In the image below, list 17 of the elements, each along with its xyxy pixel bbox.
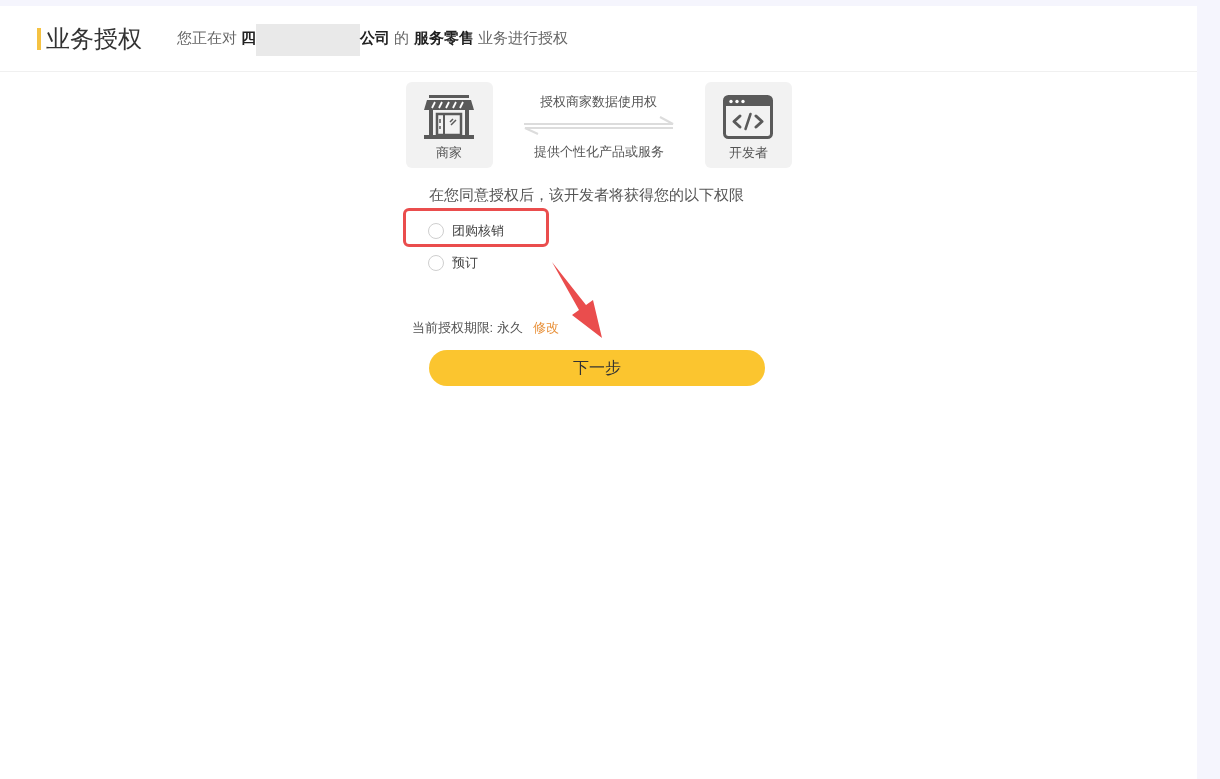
radio-button[interactable] [427,223,444,239]
permissions-heading: 在您同意授权后，该开发者将获得您的以下权限 [428,185,744,205]
permission-label: 团购核销 [451,222,504,241]
next-button[interactable]: 下一步 [428,350,765,386]
backward-label: 提供个性化产品或服务 [533,143,664,161]
forward-label: 授权商家数据使用权 [540,93,657,111]
subtitle-text: 公司 的 服务零售 业务进行授权 [360,28,568,49]
merchant-label: 商家 [436,144,462,162]
code-window-icon [723,95,773,139]
permission-label: 预订 [451,254,478,273]
developer-label: 开发者 [728,144,768,162]
title-accent-bar [37,27,41,50]
subtitle-text: 您正在对 四 [177,28,257,49]
radio-button[interactable] [427,255,444,271]
period-text: 当前授权期限: 永久 [411,319,523,338]
page-title: 业务授权 [46,26,142,51]
store-icon [424,95,474,139]
